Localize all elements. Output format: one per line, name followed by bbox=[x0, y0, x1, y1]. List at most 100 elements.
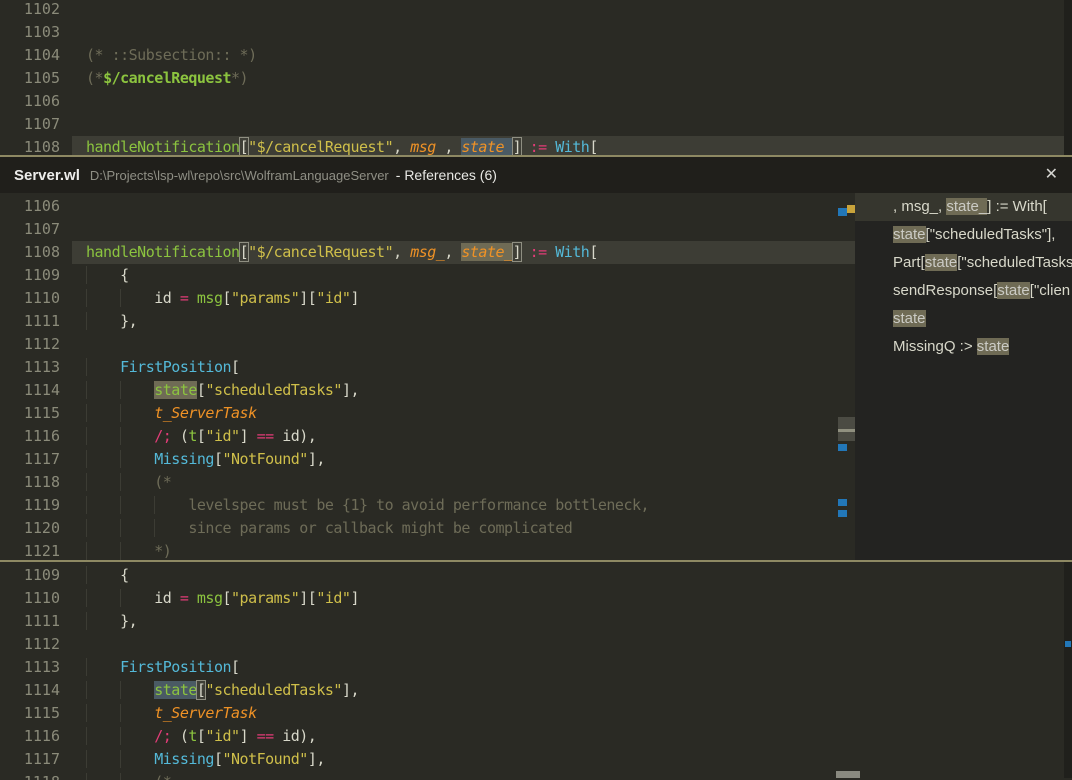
line-number: 1120 bbox=[23, 519, 60, 537]
line-number: 1113 bbox=[23, 658, 60, 676]
line-number: 1113 bbox=[23, 358, 60, 376]
line-number: 1114 bbox=[23, 381, 60, 399]
main-editor-bottom[interactable]: 1109 {1110 id = msg["params"]["id"] 1111 … bbox=[0, 562, 1064, 780]
code-line-1117[interactable]: 1117 Missing["NotFound"], bbox=[0, 748, 1064, 771]
code-line-1104[interactable]: 1104 (* ::Subsection:: *) bbox=[0, 44, 1064, 67]
code-line-1106[interactable]: 1106 bbox=[0, 90, 1064, 113]
code-line-1103[interactable]: 1103 bbox=[0, 21, 1064, 44]
code-line-1113[interactable]: 1113 FirstPosition[ bbox=[0, 656, 1064, 679]
references-list[interactable]: , msg_, state_] := With[state["scheduled… bbox=[855, 193, 1072, 560]
scrollbar-marker-blue bbox=[838, 444, 847, 451]
code-text: { bbox=[60, 564, 129, 587]
code-line-1120[interactable]: 1120 since params or callback might be c… bbox=[0, 517, 855, 540]
scrollbar-marker-blue bbox=[838, 499, 847, 506]
peek-header: Server.wl D:\Projects\lsp-wl\repo\src\Wo… bbox=[0, 157, 1072, 193]
code-line-1115[interactable]: 1115 t_ServerTask bbox=[0, 702, 1064, 725]
scrollbar-marker-blue bbox=[838, 510, 847, 517]
code-line-1114[interactable]: 1114 state["scheduledTasks"], bbox=[0, 679, 1064, 702]
line-number: 1115 bbox=[23, 704, 60, 722]
reference-item[interactable]: sendResponse[state["clien bbox=[855, 277, 1072, 305]
peek-body: 1106 1107 1108 handleNotification["$/cancel… bbox=[0, 193, 1072, 560]
code-text: Missing["NotFound"], bbox=[60, 748, 325, 771]
code-line-1114[interactable]: 1114 state["scheduledTasks"], bbox=[0, 379, 855, 402]
code-text: (* bbox=[60, 771, 172, 780]
line-number: 1105 bbox=[23, 69, 60, 87]
code-text: (*$/cancelRequest*) bbox=[86, 69, 249, 87]
code-text: /; (t["id"] == id), bbox=[60, 425, 317, 448]
overview-ruler-marker bbox=[1065, 641, 1071, 647]
code-line-1112[interactable]: 1112 bbox=[0, 333, 855, 356]
line-number: 1114 bbox=[23, 681, 60, 699]
code-line-1109[interactable]: 1109 { bbox=[0, 264, 855, 287]
line-number: 1111 bbox=[23, 612, 60, 630]
line-number: 1108 bbox=[23, 138, 60, 156]
code-line-1106[interactable]: 1106 bbox=[0, 195, 855, 218]
code-text: /; (t["id"] == id), bbox=[60, 725, 317, 748]
reference-item[interactable]: , msg_, state_] := With[ bbox=[855, 193, 1072, 221]
code-text: *) bbox=[60, 540, 172, 560]
peek-editor-scrollbar[interactable] bbox=[838, 193, 855, 560]
code-line-1102[interactable]: 1102 bbox=[0, 0, 1064, 21]
code-text: levelspec must be {1} to avoid performan… bbox=[60, 494, 649, 517]
peek-title: Server.wl bbox=[14, 166, 80, 184]
code-text: (* bbox=[60, 471, 172, 494]
code-line-1113[interactable]: 1113 FirstPosition[ bbox=[0, 356, 855, 379]
code-line-1119[interactable]: 1119 levelspec must be {1} to avoid perf… bbox=[0, 494, 855, 517]
close-icon[interactable]: ✕ bbox=[1045, 167, 1058, 183]
code-line-1109[interactable]: 1109 { bbox=[0, 564, 1064, 587]
code-text: id = msg["params"]["id"] bbox=[60, 287, 359, 310]
main-editor-top[interactable]: 110211031104 (* ::Subsection:: *)1105 (*$/… bbox=[0, 0, 1064, 157]
code-line-1116[interactable]: 1116 /; (t["id"] == id), bbox=[0, 725, 1064, 748]
code-text: handleNotification["$/cancelRequest", ms… bbox=[86, 242, 598, 262]
scrollbar-marker-yellow bbox=[847, 205, 855, 213]
code-text: }, bbox=[60, 610, 138, 633]
line-number: 1110 bbox=[23, 589, 60, 607]
line-number: 1109 bbox=[23, 266, 60, 284]
vscode-editor-window: { "peek": { "title": "Server.wl", "path"… bbox=[0, 0, 1072, 780]
code-line-1107[interactable]: 1107 bbox=[0, 218, 855, 241]
code-text: t_ServerTask bbox=[60, 402, 257, 425]
reference-item[interactable]: state["scheduledTasks"], bbox=[855, 221, 1072, 249]
code-line-1107[interactable]: 1107 bbox=[0, 113, 1064, 136]
peek-meta: - References (6) bbox=[395, 167, 497, 183]
reference-item[interactable]: MissingQ :> state bbox=[855, 333, 1072, 361]
reference-item[interactable]: state bbox=[855, 305, 1072, 333]
code-text: since params or callback might be compli… bbox=[60, 517, 572, 540]
code-text: state["scheduledTasks"], bbox=[60, 379, 360, 402]
code-line-1117[interactable]: 1117 Missing["NotFound"], bbox=[0, 448, 855, 471]
peek-editor[interactable]: 1106 1107 1108 handleNotification["$/cancel… bbox=[0, 193, 855, 560]
code-line-1111[interactable]: 1111 }, bbox=[0, 310, 855, 333]
code-line-1110[interactable]: 1110 id = msg["params"]["id"] bbox=[0, 587, 1064, 610]
code-line-1118[interactable]: 1118 (* bbox=[0, 771, 1064, 780]
code-line-1110[interactable]: 1110 id = msg["params"]["id"] bbox=[0, 287, 855, 310]
horizontal-scrollbar-thumb[interactable] bbox=[836, 771, 860, 778]
code-line-1115[interactable]: 1115 t_ServerTask bbox=[0, 402, 855, 425]
line-number: 1112 bbox=[23, 335, 60, 353]
reference-item[interactable]: Part[state["scheduledTasks bbox=[855, 249, 1072, 277]
code-line-1112[interactable]: 1112 bbox=[0, 633, 1064, 656]
code-text: t_ServerTask bbox=[60, 702, 257, 725]
code-line-1121[interactable]: 1121 *) bbox=[0, 540, 855, 560]
code-line-1118[interactable]: 1118 (* bbox=[0, 471, 855, 494]
line-number: 1116 bbox=[23, 727, 60, 745]
code-line-1108[interactable]: 1108 handleNotification["$/cancelRequest"… bbox=[0, 136, 1064, 157]
references-peek-view: Server.wl D:\Projects\lsp-wl\repo\src\Wo… bbox=[0, 155, 1072, 562]
line-number: 1117 bbox=[23, 750, 60, 768]
line-number: 1102 bbox=[23, 0, 60, 18]
code-text: FirstPosition[ bbox=[60, 656, 240, 679]
scrollbar-thumb-line bbox=[838, 429, 855, 432]
code-text: { bbox=[60, 264, 129, 287]
peek-file-path: D:\Projects\lsp-wl\repo\src\WolframLangu… bbox=[89, 167, 389, 183]
code-line-1105[interactable]: 1105 (*$/cancelRequest*) bbox=[0, 67, 1064, 90]
line-number: 1103 bbox=[23, 23, 60, 41]
code-line-1111[interactable]: 1111 }, bbox=[0, 610, 1064, 633]
line-number: 1109 bbox=[23, 566, 60, 584]
code-line-1116[interactable]: 1116 /; (t["id"] == id), bbox=[0, 425, 855, 448]
code-line-1108[interactable]: 1108 handleNotification["$/cancelRequest"… bbox=[0, 241, 855, 264]
line-number: 1106 bbox=[23, 92, 60, 110]
line-number: 1110 bbox=[23, 289, 60, 307]
code-text: }, bbox=[60, 310, 138, 333]
line-number: 1117 bbox=[23, 450, 60, 468]
line-number: 1116 bbox=[23, 427, 60, 445]
scrollbar-marker-blue bbox=[838, 208, 847, 216]
